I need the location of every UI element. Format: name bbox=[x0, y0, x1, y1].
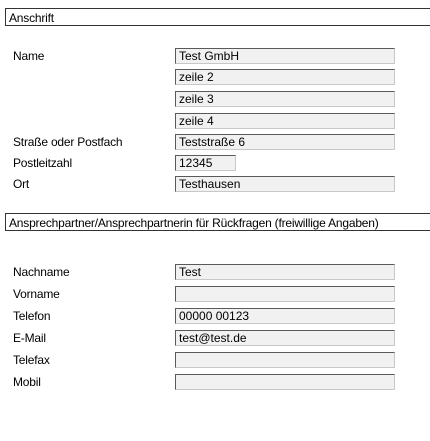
section-header-address: Anschrift bbox=[5, 8, 430, 26]
name-field-line-2[interactable] bbox=[175, 69, 395, 85]
email-field[interactable] bbox=[175, 330, 395, 346]
firstname-label: Vorname bbox=[13, 287, 60, 301]
section-header-contact: Ansprechpartner/Ansprechpartnerin für Rü… bbox=[5, 213, 430, 231]
mobile-label: Mobil bbox=[13, 375, 41, 389]
street-label: Straße oder Postfach bbox=[13, 135, 123, 149]
phone-label: Telefon bbox=[13, 309, 51, 323]
email-label: E-Mail bbox=[13, 331, 46, 345]
city-label: Ort bbox=[13, 177, 30, 191]
city-field[interactable] bbox=[175, 176, 395, 192]
mobile-field[interactable] bbox=[175, 374, 395, 390]
firstname-field[interactable] bbox=[175, 286, 395, 302]
street-field[interactable] bbox=[175, 134, 395, 150]
phone-field[interactable] bbox=[175, 308, 395, 324]
lastname-field[interactable] bbox=[175, 264, 395, 280]
name-field-line-4[interactable] bbox=[175, 113, 395, 129]
zip-label: Postleitzahl bbox=[13, 156, 72, 170]
lastname-label: Nachname bbox=[13, 265, 70, 279]
name-field-line-1[interactable] bbox=[175, 48, 395, 64]
fax-label: Telefax bbox=[13, 353, 50, 367]
zip-field[interactable] bbox=[175, 155, 236, 171]
fax-field[interactable] bbox=[175, 352, 395, 368]
name-field-line-3[interactable] bbox=[175, 91, 395, 107]
name-label: Name bbox=[13, 49, 45, 63]
